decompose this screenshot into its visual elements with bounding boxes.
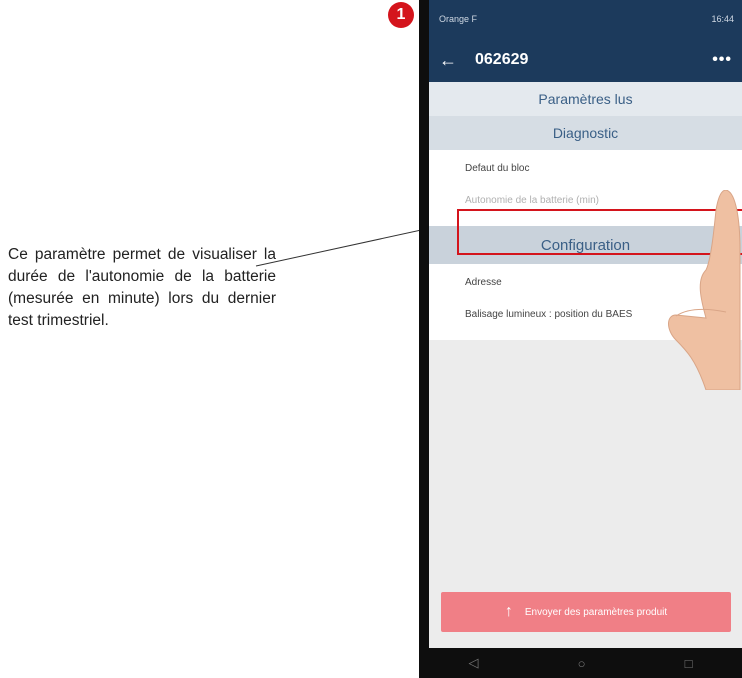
diagnostic-row-fault[interactable]: Defaut du bloc [429, 156, 742, 188]
row-label: Balisage lumineux : position du BAES [465, 309, 633, 320]
section-diagnostic: Diagnostic [429, 116, 742, 150]
nav-home-icon[interactable]: ○ [578, 656, 586, 671]
upload-arrow-icon: ↑ [504, 603, 513, 620]
arrow-left-icon[interactable]: ← [439, 50, 467, 71]
hand-pointer-icon [668, 190, 741, 390]
step-number-badge: 1 [388, 2, 414, 28]
status-bar: Orange F 16:44 [429, 0, 742, 38]
nav-back-icon[interactable]: ◁ [469, 655, 479, 671]
app-bar: ← 062629 ••• [429, 38, 742, 82]
status-carrier: Orange F [439, 14, 478, 24]
nav-recent-icon[interactable]: □ [685, 656, 693, 671]
status-time: 16:44 [711, 14, 734, 24]
row-label: Defaut du bloc [465, 163, 530, 174]
send-params-label: Envoyer des paramètres produit [524, 606, 668, 618]
device-title: 062629 [475, 51, 529, 68]
send-params-button[interactable]: ↑ Envoyer des paramètres produit [441, 592, 731, 632]
section-read-params: Paramètres lus [429, 82, 742, 116]
row-label: Autonomie de la batterie (min) [465, 195, 599, 206]
more-dots-icon[interactable]: ••• [712, 51, 732, 69]
android-nav-bar: ◁ ○ □ [419, 648, 742, 678]
row-label: Adresse [465, 277, 502, 288]
